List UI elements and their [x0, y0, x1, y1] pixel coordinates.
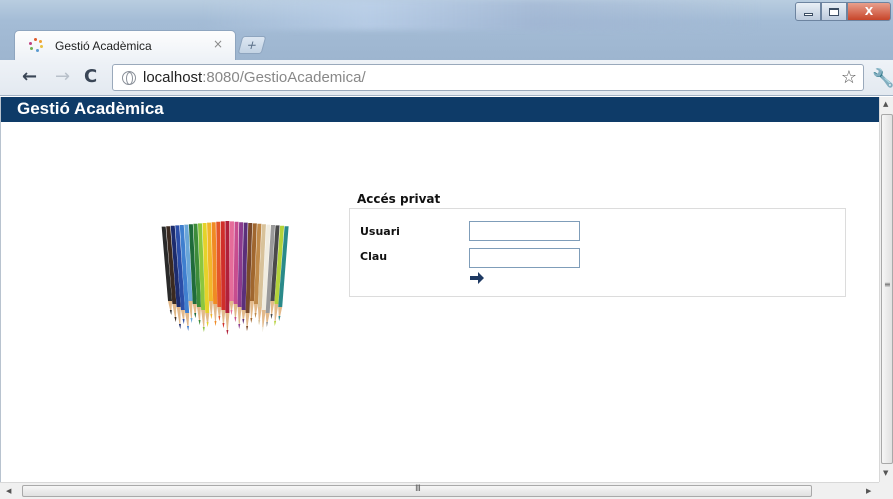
scroll-down-icon[interactable]: ▼	[883, 469, 888, 477]
user-label: Usuari	[360, 225, 400, 238]
password-label: Clau	[360, 250, 388, 263]
browser-toolbar: ← → C localhost:8080/GestioAcademica/ ☆ …	[0, 60, 893, 96]
pencil	[216, 221, 222, 321]
wrench-icon[interactable]: 🔧	[872, 68, 893, 89]
forward-icon[interactable]: →	[55, 67, 70, 87]
arrow-right-icon[interactable]	[469, 271, 485, 285]
horizontal-scroll-thumb[interactable]: III	[22, 484, 812, 497]
login-form: Usuari Clau	[349, 208, 846, 297]
browser-tab[interactable]: Gestió Acadèmica ×	[14, 30, 236, 60]
app-header: Gestió Acadèmica	[1, 97, 880, 122]
pencil	[220, 221, 226, 328]
app-title: Gestió Acadèmica	[17, 99, 164, 118]
vertical-scrollbar[interactable]: ▲ ≡ ▼	[879, 97, 893, 482]
globe-icon	[122, 71, 136, 85]
minimize-icon	[803, 13, 813, 16]
grip-text: III	[415, 484, 421, 494]
horizontal-scrollbar[interactable]: ◀ III ▶	[0, 482, 879, 499]
maximize-icon	[829, 7, 839, 16]
scroll-right-icon[interactable]: ▶	[866, 487, 871, 495]
bookmark-star-icon[interactable]: ☆	[841, 67, 857, 88]
password-input[interactable]	[469, 248, 580, 268]
tab-close-icon[interactable]: ×	[213, 37, 223, 51]
close-icon: X	[864, 5, 874, 18]
loading-icon	[29, 38, 43, 52]
pencil	[225, 221, 230, 335]
scroll-left-icon[interactable]: ◀	[6, 487, 11, 495]
page-viewport: Gestió Acadèmica Accés privat Usuari Cla…	[0, 97, 880, 482]
back-icon[interactable]: ←	[22, 67, 37, 87]
window-controls: X	[795, 2, 891, 22]
reload-icon[interactable]: C	[84, 67, 97, 87]
close-window-button[interactable]: X	[847, 2, 891, 21]
login-heading: Accés privat	[357, 192, 441, 206]
maximize-button[interactable]	[821, 2, 847, 21]
user-input[interactable]	[469, 221, 580, 241]
scroll-up-icon[interactable]: ▲	[883, 100, 888, 108]
address-bar[interactable]: localhost:8080/GestioAcademica/ ☆	[112, 64, 864, 91]
pencil	[229, 221, 234, 315]
url-path: :8080/GestioAcademica/	[202, 69, 366, 86]
minimize-button[interactable]	[795, 2, 821, 21]
new-tab-button[interactable]: +	[237, 36, 267, 54]
grip-icon: ≡	[884, 280, 891, 289]
tab-title: Gestió Acadèmica	[55, 39, 152, 53]
scrollbar-corner	[879, 482, 893, 499]
browser-title-bar: Gestió Acadèmica × + X	[0, 0, 893, 60]
url-text: localhost:8080/GestioAcademica/	[143, 69, 366, 86]
plus-icon: +	[245, 38, 259, 52]
url-host: localhost	[143, 69, 203, 86]
colored-pencils-image	[161, 221, 289, 335]
vertical-scroll-thumb[interactable]: ≡	[881, 114, 893, 464]
